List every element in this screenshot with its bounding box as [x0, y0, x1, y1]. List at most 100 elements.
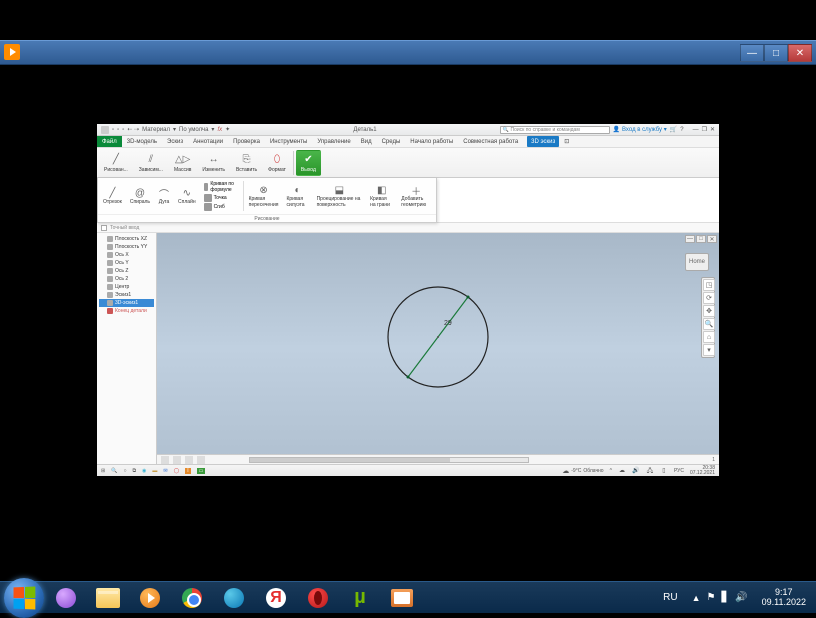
zoom-icon[interactable]: 🔍	[703, 318, 715, 330]
inner-network-icon[interactable]: 🖧	[646, 467, 654, 475]
tool-intersect-curve[interactable]: ⊗Кривая пересечения	[246, 184, 282, 208]
tab-3dsketch[interactable]: 3D эскиз	[527, 136, 559, 147]
play-icon[interactable]	[4, 44, 20, 60]
tray-volume-icon[interactable]: 🔊	[735, 592, 747, 603]
sketch-circle[interactable]: 29	[378, 277, 498, 397]
browser-node[interactable]: Ось Z	[99, 267, 154, 275]
browser-node[interactable]: Плоскость XZ	[99, 235, 154, 243]
ribbon-pattern-button[interactable]: △▷Массив	[169, 150, 196, 176]
precise-input-checkbox[interactable]	[101, 225, 107, 231]
tool-project-surface[interactable]: ⬓Проецирование на поверхность	[314, 184, 366, 208]
inner-start-icon[interactable]: ⊞	[101, 468, 105, 474]
inner-clock[interactable]: 20:38 07.12.2021	[690, 466, 715, 476]
tray-flag-icon[interactable]: ⚑	[706, 592, 715, 603]
inner-mail-icon[interactable]: ✉	[163, 468, 167, 474]
material-dropdown[interactable]: Материал	[142, 127, 170, 133]
ribbon-modify-button[interactable]: ↔Изменить	[197, 150, 230, 176]
inner-tray-arrow[interactable]: ^	[610, 468, 612, 474]
tool-face-curve[interactable]: ◧Кривая на грани	[367, 184, 396, 208]
inner-close-button[interactable]: ✕	[710, 126, 715, 133]
signin-link[interactable]: 👤 Вход в службу ▾	[613, 126, 667, 133]
taskbar-utorrent[interactable]: µ	[340, 584, 380, 612]
browser-node[interactable]: Ось X	[99, 251, 154, 259]
help-search-input[interactable]: 🔍 Поиск по справке и командам	[500, 126, 610, 134]
tab-collaborate[interactable]: Совместная работа	[458, 136, 523, 147]
tab-tools[interactable]: Инструменты	[265, 136, 312, 147]
tab-sketch[interactable]: Эскиз	[162, 136, 188, 147]
default-dropdown[interactable]: По умолча	[179, 127, 208, 133]
taskbar-explorer[interactable]	[88, 584, 128, 612]
tab-inspect[interactable]: Проверка	[228, 136, 265, 147]
browser-node[interactable]: Ось 2	[99, 275, 154, 283]
tool-point[interactable]: Точка	[204, 194, 238, 202]
inner-lang[interactable]: РУС	[674, 468, 684, 474]
tab-getstarted[interactable]: Начало работы	[405, 136, 458, 147]
model-browser[interactable]: Плоскость XZ Плоскость YY Ось X Ось Y Ос…	[97, 233, 157, 464]
taskbar-edge[interactable]	[214, 584, 254, 612]
inner-minimize-button[interactable]: —	[693, 127, 699, 133]
tool-spline[interactable]: ∿Сплайн	[175, 187, 199, 205]
ribbon-finish-button[interactable]: ✔Выход	[296, 150, 321, 176]
tool-line[interactable]: ╱Отрезок	[100, 187, 125, 205]
tab-environments[interactable]: Среды	[377, 136, 406, 147]
taskbar-chrome[interactable]	[172, 584, 212, 612]
tool-silhouette-curve[interactable]: ◐Кривая силуэта	[283, 184, 311, 208]
inner-taskview-icon[interactable]: ⧉	[132, 468, 136, 474]
minimize-button[interactable]: —	[740, 44, 764, 62]
vf-icon[interactable]	[161, 456, 169, 464]
qat-new-icon[interactable]: ▫	[112, 127, 114, 133]
vf-icon[interactable]	[197, 456, 205, 464]
inner-battery-icon[interactable]: ▯	[660, 467, 668, 475]
tab-manage[interactable]: Управление	[312, 136, 355, 147]
pan-icon[interactable]: ✥	[703, 305, 715, 317]
home-view-button[interactable]: Home	[685, 253, 709, 271]
maximize-button[interactable]: □	[764, 44, 788, 62]
fx-button[interactable]: fx	[217, 127, 222, 133]
inner-weather[interactable]: ☁ -9°C Облачно	[562, 467, 603, 475]
inner-volume-icon[interactable]: 🔊	[632, 467, 640, 475]
orbit-icon[interactable]: ⟳	[703, 292, 715, 304]
browser-node-selected[interactable]: 3D-эскиз1	[99, 299, 154, 307]
inner-explorer-icon[interactable]: ▬	[152, 468, 157, 474]
nav-more-icon[interactable]: ▾	[703, 344, 715, 356]
tab-3dmodel[interactable]: 3D-модель	[122, 136, 162, 147]
inner-app-icon-2[interactable]: ▭	[197, 468, 206, 474]
browser-node[interactable]: Плоскость YY	[99, 243, 154, 251]
browser-node-end[interactable]: Конец детали	[99, 307, 154, 315]
browser-node[interactable]: Ось Y	[99, 259, 154, 267]
ribbon-constrain-button[interactable]: ⫽Зависим...	[134, 150, 168, 176]
viewport-maximize[interactable]: □	[696, 235, 706, 243]
vf-icon[interactable]	[185, 456, 193, 464]
lookat-icon[interactable]: ⌂	[703, 331, 715, 343]
inner-restore-button[interactable]: ❐	[702, 126, 707, 133]
language-indicator[interactable]: RU	[657, 592, 683, 603]
tray-network-icon[interactable]: ▋	[721, 592, 729, 603]
tray-overflow-icon[interactable]: ▲	[692, 593, 701, 603]
viewport-minimize[interactable]: —	[685, 235, 695, 243]
inner-onedrive-icon[interactable]: ☁	[618, 467, 626, 475]
browser-node[interactable]: Эскиз1	[99, 291, 154, 299]
horizontal-scrollbar[interactable]	[249, 457, 529, 463]
tool-arc[interactable]: ⌒Дуга	[155, 187, 173, 205]
start-button[interactable]	[4, 578, 44, 618]
help-icon[interactable]: ?	[680, 127, 683, 133]
ribbon-draw-button[interactable]: ╱Рисован...	[99, 150, 133, 176]
qat-save-icon[interactable]: ▫	[122, 127, 124, 133]
tab-extra[interactable]: ⊡	[559, 136, 574, 147]
vf-icon[interactable]	[173, 456, 181, 464]
viewcube-icon[interactable]: ◳	[703, 279, 715, 291]
cart-icon[interactable]: 🛒	[670, 126, 677, 133]
close-button[interactable]: ✕	[788, 44, 812, 62]
taskbar-powerpoint[interactable]	[382, 584, 422, 612]
inner-edge-icon[interactable]: ◉	[142, 468, 146, 474]
inner-app-icon-1[interactable]: I	[185, 468, 190, 474]
ribbon-format-button[interactable]: ⬯Формат	[263, 150, 291, 176]
file-tab[interactable]: Файл	[97, 136, 122, 147]
taskbar-media-player[interactable]	[130, 584, 170, 612]
tool-spiral[interactable]: @Спираль	[127, 187, 153, 205]
inner-opera-icon[interactable]: ◯	[174, 468, 180, 474]
tool-formula-curve[interactable]: Кривая по формуле	[204, 181, 238, 193]
ribbon-insert-button[interactable]: ⎘Вставить	[231, 150, 262, 176]
viewport-close[interactable]: ✕	[707, 235, 717, 243]
taskbar-orb-app[interactable]	[46, 584, 86, 612]
